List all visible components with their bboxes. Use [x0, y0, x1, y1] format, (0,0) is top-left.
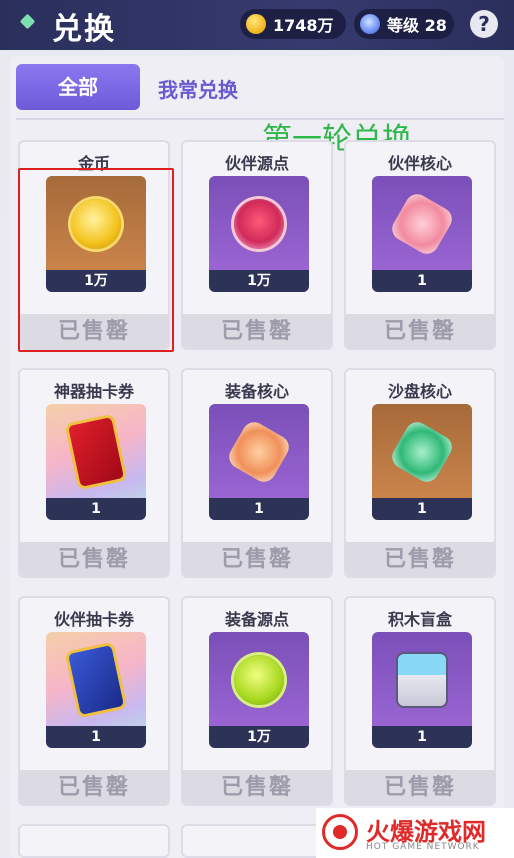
watermark: 火爆游戏网 HOT GAME NETWORK	[316, 808, 514, 858]
item-qty: 1万	[209, 270, 309, 292]
item-thumb: 1	[372, 404, 472, 520]
item-qty: 1	[46, 498, 146, 520]
shop-item-partner-core[interactable]: 伙伴核心 1 已售罄	[344, 140, 496, 350]
sold-out-label: 已售罄	[20, 770, 168, 804]
help-button[interactable]: ?	[470, 10, 498, 38]
item-thumb: 1	[372, 632, 472, 748]
highlight-box	[18, 168, 174, 352]
page-title: 兑换	[52, 12, 116, 47]
sold-out-label: 已售罄	[183, 314, 331, 348]
coin-balance[interactable]: 1748万	[240, 9, 346, 39]
item-qty: 1	[372, 270, 472, 292]
diamond-icon	[19, 13, 36, 30]
item-name: 神器抽卡券	[53, 382, 134, 401]
red-ticket-icon	[68, 417, 124, 487]
item-thumb: 1	[209, 404, 309, 520]
divider	[16, 118, 504, 120]
shop-item-artifact-ticket[interactable]: 神器抽卡券 1 已售罄	[18, 368, 170, 578]
item-qty: 1	[372, 498, 472, 520]
equipment-core-icon	[224, 417, 294, 487]
shop-item-sandbox-core[interactable]: 沙盘核心 1 已售罄	[344, 368, 496, 578]
item-thumb: 1万	[209, 176, 309, 292]
level-badge[interactable]: 等级 28	[354, 9, 454, 39]
blind-box-icon	[398, 654, 446, 706]
item-thumb: 1	[46, 632, 146, 748]
item-name: 伙伴源点	[224, 154, 289, 173]
sold-out-label: 已售罄	[346, 314, 494, 348]
sold-out-label: 已售罄	[346, 542, 494, 576]
sold-out-label: 已售罄	[183, 542, 331, 576]
partner-source-icon	[234, 199, 284, 249]
item-qty: 1	[372, 726, 472, 748]
level-text: 等级 28	[387, 16, 447, 35]
sold-out-label: 已售罄	[20, 542, 168, 576]
watermark-logo-icon	[322, 814, 358, 850]
item-name: 积木盲盒	[387, 610, 452, 629]
shop-item-partial[interactable]	[18, 824, 170, 858]
item-name: 沙盘核心	[387, 382, 452, 401]
sold-out-label: 已售罄	[183, 770, 331, 804]
item-qty: 1	[209, 498, 309, 520]
tab-all[interactable]: 全部	[16, 64, 140, 110]
item-qty: 1万	[209, 726, 309, 748]
coin-amount: 1748万	[273, 16, 334, 35]
item-name: 装备源点	[224, 610, 289, 629]
top-bar: 兑换 1748万 等级 28 ?	[0, 0, 514, 50]
item-thumb: 1	[372, 176, 472, 292]
item-name: 伙伴抽卡券	[53, 610, 134, 629]
shop-item-equipment-core[interactable]: 装备核心 1 已售罄	[181, 368, 333, 578]
sandbox-core-icon	[387, 417, 457, 487]
shop-item-equipment-source[interactable]: 装备源点 1万 已售罄	[181, 596, 333, 806]
partner-core-icon	[387, 189, 457, 259]
watermark-subtext: HOT GAME NETWORK	[366, 842, 480, 852]
shop-item-block-box[interactable]: 积木盲盒 1 已售罄	[344, 596, 496, 806]
shop-item-partial[interactable]	[181, 824, 333, 858]
tab-frequent[interactable]: 我常兑换	[158, 74, 238, 103]
blue-ticket-icon	[68, 645, 124, 715]
shop-item-partner-source[interactable]: 伙伴源点 1万 已售罄	[181, 140, 333, 350]
coin-icon	[246, 14, 266, 34]
equipment-source-icon	[234, 655, 284, 705]
sold-out-label: 已售罄	[346, 770, 494, 804]
item-thumb: 1万	[209, 632, 309, 748]
item-thumb: 1	[46, 404, 146, 520]
item-name: 装备核心	[224, 382, 289, 401]
item-name: 伙伴核心	[387, 154, 452, 173]
item-qty: 1	[46, 726, 146, 748]
level-icon	[360, 14, 380, 34]
shop-item-partner-ticket[interactable]: 伙伴抽卡券 1 已售罄	[18, 596, 170, 806]
